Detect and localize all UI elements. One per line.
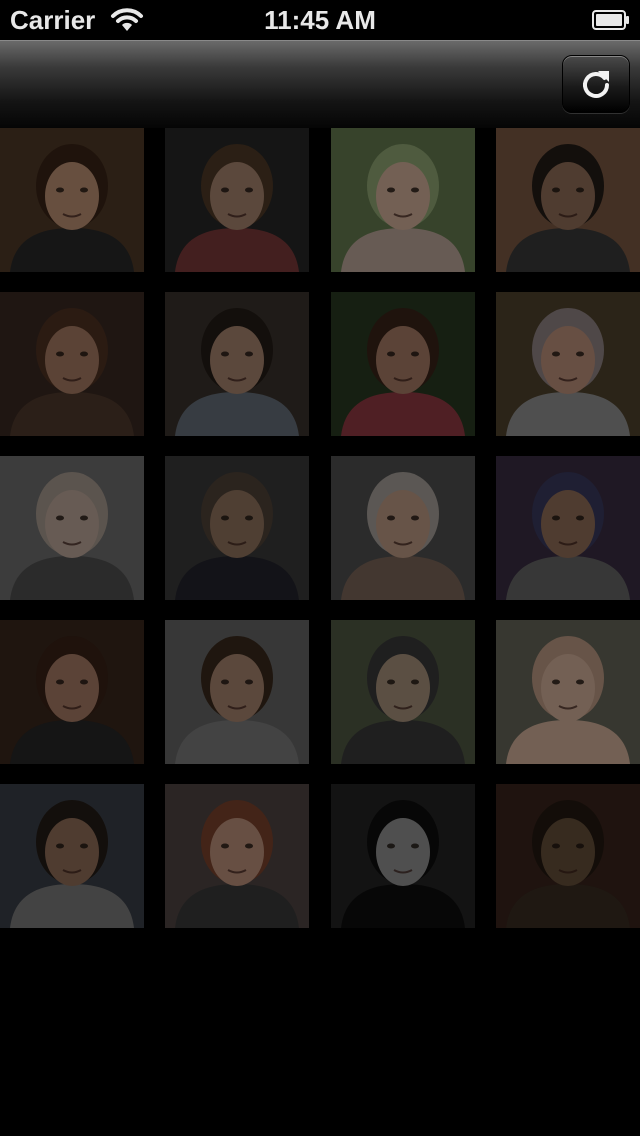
photo-man-phone-smiling[interactable] xyxy=(165,292,309,436)
photo-man-red-graphic[interactable] xyxy=(331,784,475,928)
photo-man-glasses-pointing[interactable] xyxy=(0,620,144,764)
photo-woman-curly-hair[interactable] xyxy=(331,292,475,436)
photo-old-man-uniform[interactable] xyxy=(496,292,640,436)
photo-woman-brown-hair[interactable] xyxy=(0,128,144,272)
refresh-button[interactable] xyxy=(562,55,630,113)
status-bar: Carrier 11:45 AM xyxy=(0,0,640,40)
photo-woman-red-hair[interactable] xyxy=(165,784,309,928)
photo-old-woman-glasses[interactable] xyxy=(331,456,475,600)
photo-man-sunglasses[interactable] xyxy=(165,128,309,272)
photo-old-man-cap[interactable] xyxy=(496,456,640,600)
refresh-icon xyxy=(583,71,609,98)
photo-man-sunglasses-closeup[interactable] xyxy=(331,620,475,764)
battery-icon xyxy=(592,10,630,30)
photo-man-beard[interactable] xyxy=(496,128,640,272)
photo-baby-under-blanket[interactable] xyxy=(331,128,475,272)
navigation-bar xyxy=(0,40,640,128)
photo-woman-hat[interactable] xyxy=(0,292,144,436)
photo-baby-smiling[interactable] xyxy=(496,620,640,764)
photo-man-dark-background[interactable] xyxy=(496,784,640,928)
photo-woman-blonde[interactable] xyxy=(0,456,144,600)
photo-woman-yawning[interactable] xyxy=(165,620,309,764)
clock-label: 11:45 AM xyxy=(264,5,376,35)
photo-man-suit[interactable] xyxy=(165,456,309,600)
photo-man-tshirt[interactable] xyxy=(0,784,144,928)
